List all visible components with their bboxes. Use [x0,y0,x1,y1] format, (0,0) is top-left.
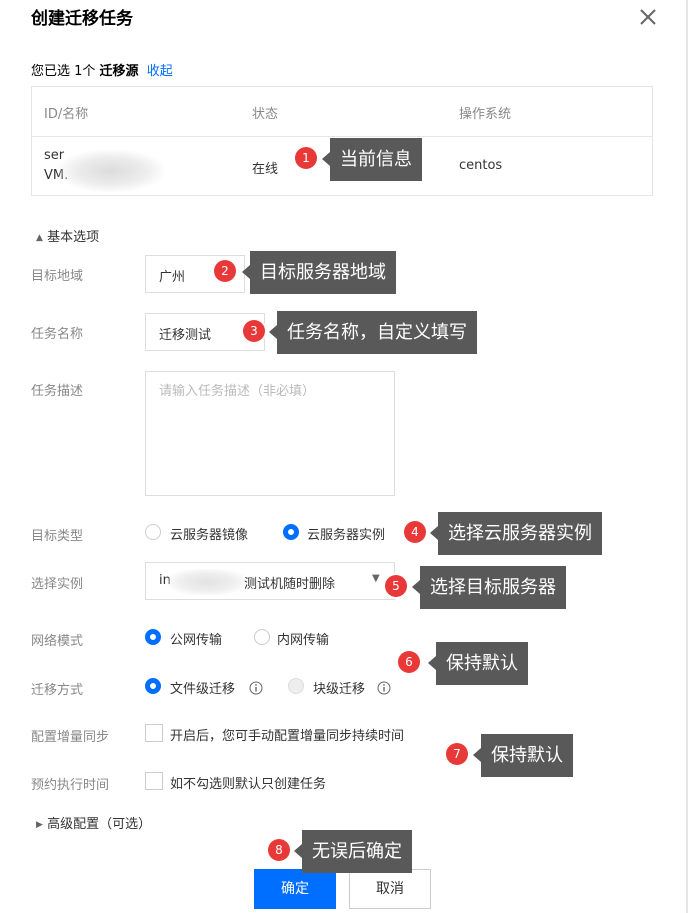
step-badge-1: 1 [295,147,317,169]
task-desc-placeholder: 请输入任务描述（非必填） [159,384,316,399]
incremental-text: 开启后，您可手动配置增量同步持续时间 [170,729,405,744]
annotation-note-2: 目标服务器地域 [242,251,396,294]
task-name-value: 迁移测试 [159,328,212,343]
info-icon[interactable] [377,680,391,695]
schedule-label: 预约执行时间 [31,778,110,793]
caret-up-icon: ▲ [36,233,43,243]
step-badge-5: 5 [385,575,407,597]
schedule-checkbox[interactable] [145,772,163,790]
instance-redaction-blur [168,569,246,595]
radio-instance[interactable] [283,524,299,540]
task-desc-label: 任务描述 [31,384,84,399]
advanced-options-label: 高级配置（可选） [47,817,152,832]
step-badge-3: 3 [243,320,265,342]
annotation-note-4: 选择云服务器实例 [430,512,602,555]
network-label: 网络模式 [31,634,84,649]
selected-summary: 您已选 1个 迁移源 收起 [31,60,173,79]
info-icon[interactable] [249,680,263,695]
radio-file[interactable] [145,678,161,694]
basic-options-toggle[interactable]: ▲ 基本选项 [36,226,99,245]
radio-public[interactable] [145,629,161,645]
radio-private[interactable] [254,629,270,645]
column-header-id: ID/名称 [44,107,89,122]
radio-image[interactable] [145,524,161,540]
row-status: 在线 [252,162,279,177]
annotation-note-6: 保持默认 [428,642,528,685]
collapse-link[interactable]: 收起 [147,64,173,79]
step-badge-8: 8 [268,839,290,861]
caret-right-icon: ▶ [36,820,43,830]
region-label: 目标地域 [31,269,84,284]
caret-down-icon: ▼ [372,573,380,584]
annotation-note-8: 无误后确定 [294,830,412,873]
migrate-label: 迁移方式 [31,683,84,698]
redaction-blur [58,150,164,192]
option-public[interactable]: 公网传输 [170,629,222,648]
instance-select[interactable]: in 测试机随时删除 ▼ [145,562,395,600]
row-os: centos [459,158,503,173]
step-badge-2: 2 [214,260,236,282]
step-badge-6: 6 [398,651,420,673]
instance-label: 选择实例 [31,577,84,592]
task-desc-textarea[interactable]: 请输入任务描述（非必填） [145,371,395,496]
column-header-os: 操作系统 [459,107,512,122]
option-file[interactable]: 文件级迁移 [170,678,235,697]
advanced-options-toggle[interactable]: ▶ 高级配置（可选） [36,813,151,832]
cancel-button[interactable]: 取消 [349,869,431,909]
annotation-note-7: 保持默认 [473,734,573,777]
option-private[interactable]: 内网传输 [277,629,329,648]
radio-block[interactable] [288,678,304,694]
option-block[interactable]: 块级迁移 [313,678,365,697]
selected-source-text: 迁移源 [99,64,139,79]
confirm-button[interactable]: 确定 [254,869,336,909]
schedule-text: 如不勾选则默认只创建任务 [170,777,327,792]
close-icon[interactable] [637,6,659,28]
step-badge-7: 7 [446,743,468,765]
annotation-note-5: 选择目标服务器 [412,566,566,609]
dialog-title: 创建迁移任务 [31,9,133,29]
task-name-label: 任务名称 [31,327,84,342]
column-header-status: 状态 [252,107,279,122]
option-image[interactable]: 云服务器镜像 [170,524,248,543]
target-type-label: 目标类型 [31,529,84,544]
basic-options-label: 基本选项 [47,230,100,245]
incremental-label: 配置增量同步 [31,730,110,745]
incremental-checkbox[interactable] [145,724,163,742]
option-instance[interactable]: 云服务器实例 [307,524,385,543]
instance-suffix: 测试机随时删除 [244,577,336,592]
selected-count-text: 您已选 1个 [31,64,96,79]
table-header: ID/名称 状态 操作系统 [32,87,652,137]
step-badge-4: 4 [404,521,426,543]
annotation-note-3: 任务名称，自定义填写 [269,311,477,354]
annotation-note-1: 当前信息 [322,138,422,181]
region-value: 广州 [159,270,186,285]
